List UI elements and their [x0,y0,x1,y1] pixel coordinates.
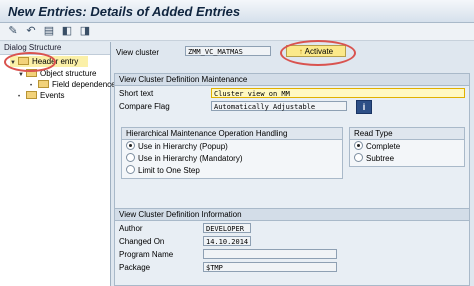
title-bar: New Entries: Details of Added Entries [0,0,474,23]
expand-icon[interactable]: ▼ [18,70,26,81]
application-toolbar: ✎ ↶ ▤ ◧ ◨ [0,23,474,41]
radio-label: Use in Hierarchy (Mandatory) [138,154,243,163]
tree-item-header-entry[interactable]: ▼ Header entry [10,56,88,67]
read-type-title: Read Type [350,128,464,140]
back-icon[interactable]: ↶ [24,25,38,38]
short-text-label: Short text [119,89,154,98]
program-name-label: Program Name [119,250,174,259]
folder-icon [18,56,29,65]
next-icon[interactable]: ◨ [78,25,92,38]
package-field: $TMP [203,262,337,272]
radio-label: Subtree [366,154,395,163]
radio-label: Complete [366,142,401,151]
radio-complete[interactable]: Complete [354,141,401,152]
radio-icon[interactable] [126,153,135,163]
folder-icon [38,79,49,88]
radio-subtree[interactable]: Subtree [354,153,395,164]
dialog-structure-title: Dialog Structure [4,43,62,52]
main-area: View cluster ZMM_VC_MATMAS ↑ Activate Vi… [112,40,474,286]
radio-limit-one-step[interactable]: Limit to One Step [126,165,200,176]
tree-item-field-dependence[interactable]: • Field dependence [30,79,116,90]
activate-icon: ↑ [298,47,303,56]
compare-flag-field[interactable]: Automatically Adjustable [211,101,347,111]
tree-item-label: Object structure [40,69,97,78]
activate-label: Activate [304,47,334,56]
hierarchical-title: Hierarchical Maintenance Operation Handl… [122,128,342,140]
dialog-structure-panel: Dialog Structure ▼ Header entry ▼ Object s… [0,42,116,286]
hierarchical-group: Hierarchical Maintenance Operation Handl… [121,127,343,179]
dialog-structure-header: Dialog Structure [0,42,110,55]
radio-label: Use in Hierarchy (Popup) [138,142,228,151]
folder-icon [26,90,37,99]
package-label: Package [119,263,151,272]
program-name-field [203,249,337,259]
tree-item-label: Field dependence [52,80,116,89]
radio-use-popup[interactable]: Use in Hierarchy (Popup) [126,141,228,152]
read-type-group: Read Type Complete Subtree [349,127,465,167]
window-title: New Entries: Details of Added Entries [8,4,241,19]
tree-item-object-structure[interactable]: ▼ Object structure [18,68,96,79]
radio-icon[interactable] [126,165,135,175]
info-icon[interactable]: i [356,100,372,114]
folder-icon [26,68,37,77]
changed-on-field: 14.10.2014 [203,236,251,246]
tree-item-label: Header entry [32,57,79,66]
radio-label: Limit to One Step [138,166,200,175]
author-field: DEVELOPER [203,223,251,233]
radio-use-mandatory[interactable]: Use in Hierarchy (Mandatory) [126,153,243,164]
prev-icon[interactable]: ◧ [60,25,74,38]
author-label: Author [119,224,143,233]
information-group: View Cluster Definition Information Auth… [114,208,470,286]
compare-flag-label: Compare Flag [119,102,170,111]
leaf-icon: • [18,94,21,100]
radio-selected-icon[interactable] [126,141,135,151]
pencil-icon[interactable]: ✎ [6,25,20,38]
expand-icon[interactable]: ▼ [10,58,18,69]
maintenance-title: View Cluster Definition Maintenance [115,74,469,86]
changed-on-label: Changed On [119,237,165,246]
view-cluster-label: View cluster [116,48,159,57]
radio-selected-icon[interactable] [354,141,363,151]
tree-item-label: Events [40,91,65,100]
radio-icon[interactable] [354,153,363,163]
view-cluster-field[interactable]: ZMM_VC_MATMAS [185,46,271,56]
short-text-field[interactable]: Cluster view on MM [211,88,465,98]
information-title: View Cluster Definition Information [115,209,469,221]
activate-button[interactable]: ↑ Activate [286,45,346,57]
tree-item-events[interactable]: • Events [18,90,64,101]
pages-icon[interactable]: ▤ [42,25,56,38]
